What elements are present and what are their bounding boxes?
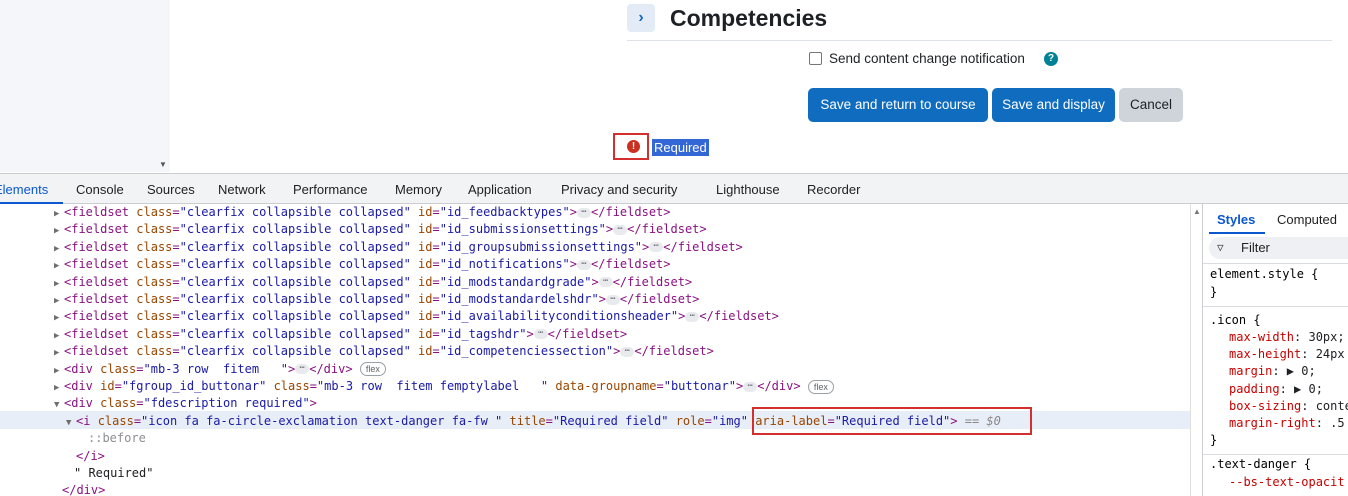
ellipsis-icon[interactable]: ⋯ (598, 277, 613, 288)
tab-application[interactable]: Application (468, 182, 532, 197)
dom-node-row[interactable]: ▶ <fieldset class="clearfix collapsible c… (0, 256, 1190, 273)
dom-node-row[interactable]: ▶ <fieldset class="clearfix collapsible c… (0, 291, 1190, 308)
scroll-up-icon[interactable]: ▲ (1193, 207, 1201, 216)
tab-sources[interactable]: Sources (147, 182, 195, 197)
dom-node-row[interactable]: ▶ <div class="mb-3 row fitem "> ⋯ </div> fl… (0, 361, 1190, 378)
tab-recorder[interactable]: Recorder (807, 182, 860, 197)
help-icon[interactable]: ? (1044, 52, 1058, 66)
flex-badge[interactable]: flex (359, 362, 386, 377)
tab-elements[interactable]: Elements (0, 182, 48, 197)
styles-pane: Styles Computed Filter ▽ element.style {… (1202, 204, 1348, 496)
dom-node-row[interactable]: ▶ <fieldset class="clearfix collapsible c… (0, 204, 1190, 221)
notify-checkbox[interactable] (809, 52, 822, 65)
ellipsis-icon[interactable]: ⋯ (685, 311, 700, 322)
save-and-display-button[interactable]: Save and display (992, 88, 1115, 122)
ellipsis-icon[interactable]: ⋯ (743, 381, 758, 392)
dom-node-row[interactable]: ▶ <div id="fgroup_id_buttonar" class="mb-… (0, 378, 1190, 395)
css-property[interactable]: padding: ▶ 0; (1229, 381, 1323, 398)
css-property[interactable]: box-sizing: conte (1229, 398, 1348, 415)
dom-tree: ▶ <fieldset class="clearfix collapsible c… (0, 204, 1190, 496)
devtools-tabbar: Elements Console Sources Network Perform… (0, 173, 1348, 204)
divider (1203, 454, 1348, 455)
highlight-box (752, 407, 1032, 435)
tab-console[interactable]: Console (76, 182, 124, 197)
screen: ▼ › Competencies Send content change not… (0, 0, 1348, 496)
css-property[interactable]: --bs-text-opacit (1229, 474, 1345, 491)
flex-badge[interactable]: flex (807, 379, 834, 394)
element-style-selector[interactable]: element.style { (1210, 266, 1318, 283)
cancel-button[interactable]: Cancel (1119, 88, 1183, 122)
dom-node-row[interactable]: " Required" (0, 465, 1190, 482)
tab-privacy-security[interactable]: Privacy and security (561, 182, 677, 197)
dom-node-row[interactable]: ▶ <fieldset class="clearfix collapsible c… (0, 221, 1190, 238)
save-and-return-button[interactable]: Save and return to course (808, 88, 988, 122)
scrollbar[interactable] (1190, 204, 1202, 496)
tab-network[interactable]: Network (218, 182, 266, 197)
tab-lighthouse[interactable]: Lighthouse (716, 182, 780, 197)
collapse-chevron-icon[interactable]: › (627, 4, 655, 32)
dom-node-row[interactable]: ▶ <fieldset class="clearfix collapsible c… (0, 343, 1190, 360)
tab-computed[interactable]: Computed (1277, 212, 1337, 227)
filter-icon: ▽ (1217, 241, 1224, 254)
css-property[interactable]: max-width: 30px; (1229, 329, 1345, 346)
tab-performance[interactable]: Performance (293, 182, 367, 197)
scroll-down-icon[interactable]: ▼ (159, 160, 167, 169)
divider (1203, 306, 1348, 307)
tab-memory[interactable]: Memory (395, 182, 442, 197)
css-property[interactable]: margin-right: .5 (1229, 415, 1345, 432)
ellipsis-icon[interactable]: ⋯ (533, 329, 548, 340)
rule-close: } (1210, 285, 1218, 299)
css-property[interactable]: margin: ▶ 0; (1229, 363, 1316, 380)
text-danger-selector[interactable]: .text-danger { (1210, 456, 1311, 473)
tab-styles[interactable]: Styles (1217, 212, 1255, 227)
dom-node-row[interactable]: ▶ <fieldset class="clearfix collapsible c… (0, 239, 1190, 256)
active-tab-underline (1209, 232, 1265, 234)
section-title: Competencies (670, 5, 828, 31)
required-text: Required (652, 139, 709, 156)
required-exclamation-icon: ! (627, 140, 640, 153)
ellipsis-icon[interactable]: ⋯ (620, 346, 635, 357)
ellipsis-icon[interactable]: ⋯ (577, 207, 592, 218)
dom-node-row[interactable]: ▶ <fieldset class="clearfix collapsible c… (0, 326, 1190, 343)
rule-close: } (1210, 433, 1218, 447)
divider (1203, 263, 1348, 264)
ellipsis-icon[interactable]: ⋯ (605, 294, 620, 305)
filter-input[interactable]: Filter (1209, 237, 1348, 259)
ellipsis-icon[interactable]: ⋯ (649, 242, 664, 253)
notify-label[interactable]: Send content change notification (829, 51, 1025, 66)
ellipsis-icon[interactable]: ⋯ (577, 259, 592, 270)
ellipsis-icon[interactable]: ⋯ (613, 224, 628, 235)
divider (627, 40, 1332, 41)
css-property[interactable]: max-height: 24px (1229, 346, 1345, 363)
dom-node-row[interactable]: </i> (0, 448, 1190, 465)
ellipsis-icon[interactable]: ⋯ (295, 364, 310, 375)
dom-node-row[interactable]: </div> (0, 482, 1190, 496)
icon-selector[interactable]: .icon { (1210, 312, 1261, 329)
left-sidebar-panel (0, 0, 170, 172)
dom-node-row[interactable]: ▶ <fieldset class="clearfix collapsible c… (0, 308, 1190, 325)
dom-node-row[interactable]: ▶ <fieldset class="clearfix collapsible c… (0, 274, 1190, 291)
